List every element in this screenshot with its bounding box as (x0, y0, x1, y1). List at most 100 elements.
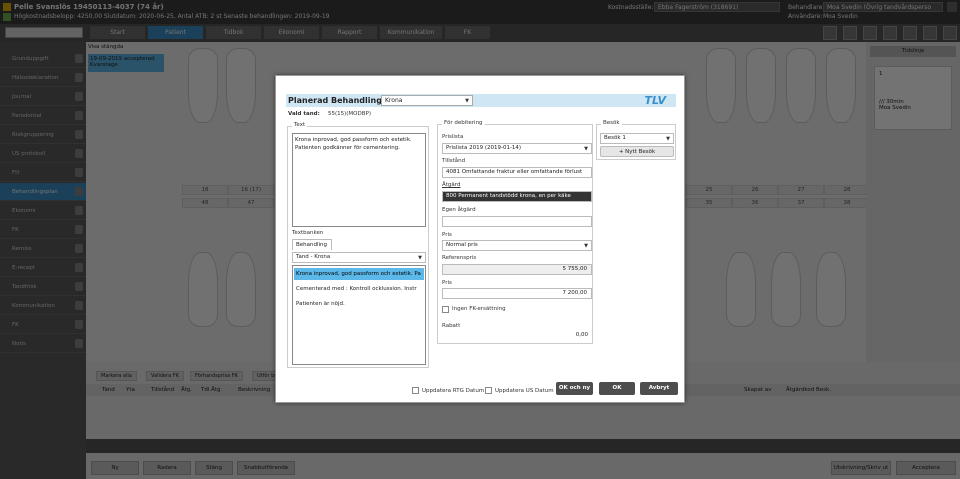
tooth[interactable] (706, 48, 736, 123)
sidebar-item[interactable]: Notis (0, 335, 86, 353)
tooth-number[interactable]: 16 (17) (228, 185, 274, 195)
help-icon[interactable] (943, 26, 957, 40)
tooth-number[interactable]: 35 (686, 198, 732, 208)
sidebar-item[interactable]: Ftt (0, 164, 86, 182)
tooth[interactable] (816, 252, 846, 327)
column-header[interactable]: Tdl.Åtg (201, 387, 221, 393)
tooth[interactable] (746, 48, 776, 123)
accept-button[interactable]: Acceptera (896, 461, 956, 475)
tab-fk[interactable]: FK (445, 26, 490, 39)
update-us-checkbox[interactable] (485, 387, 492, 394)
tooth-number[interactable]: 36 (732, 198, 778, 208)
sidebar-item[interactable]: Hälsodeklaration (0, 69, 86, 87)
tooth-number[interactable]: 37 (778, 198, 824, 208)
tooth-number[interactable]: 18 (182, 185, 228, 195)
sidebar-item[interactable]: Parodontal (0, 107, 86, 125)
behandlare-select[interactable]: Moa Svedin (Övrig tandvårdsperso (823, 2, 943, 12)
quick-perform-button[interactable]: Snabbutförande (237, 461, 295, 475)
gear-icon[interactable] (923, 26, 937, 40)
glasses-icon[interactable] (903, 26, 917, 40)
new-button[interactable]: Ny (91, 461, 139, 475)
column-header[interactable]: Åtgärdkod Besk. (786, 387, 831, 393)
tooth[interactable] (188, 48, 218, 123)
ingen-fk-checkbox[interactable] (442, 306, 449, 313)
tab-patient[interactable]: Patient (148, 26, 203, 39)
sidebar-item[interactable]: Riskgruppering (0, 126, 86, 144)
cart-icon[interactable] (823, 26, 837, 40)
tab-kommunikation[interactable]: Kommunikation (380, 26, 442, 39)
atgard-field[interactable]: 800 Permanent tandstödd krona, en per kä… (442, 191, 592, 202)
cancel-button[interactable]: Avbryt (640, 382, 678, 395)
ok-and-new-button[interactable]: OK och ny (556, 382, 593, 395)
tab-ekonomi[interactable]: Ekonomi (264, 26, 319, 39)
sidebar-item[interactable]: FK (0, 316, 86, 334)
update-rtg-checkbox[interactable] (412, 387, 419, 394)
tab-tidbok[interactable]: Tidbok (206, 26, 261, 39)
sidebar-item[interactable]: Kommunikation (0, 297, 86, 315)
list-item[interactable]: Cementerad med : Kontroll ocklussion. In… (294, 283, 424, 295)
tab-rapport[interactable]: Rapport (322, 26, 377, 39)
delete-button[interactable]: Radera (143, 461, 191, 475)
sidebar-item[interactable]: Tandfrisk (0, 278, 86, 296)
tooth-number[interactable]: 25 (686, 185, 732, 195)
prislista-select[interactable]: Prislista 2019 (2019-01-14) ▼ (442, 143, 592, 154)
tab-start[interactable]: Start (90, 26, 145, 39)
textbank-select[interactable]: Tand - Krona ▼ (292, 252, 426, 263)
search-input[interactable] (5, 27, 83, 38)
sidebar-item[interactable]: Behandlingsplan (0, 183, 86, 201)
kostnadsstalle-select[interactable]: Ebba Fagerström (318691) (654, 2, 780, 12)
new-visit-button[interactable]: + Nytt Besök (600, 146, 674, 157)
sidebar-item[interactable]: Ekonomi (0, 202, 86, 220)
besok-select[interactable]: Besök 1 ▼ (600, 133, 674, 144)
tooth[interactable] (226, 48, 256, 123)
text-area[interactable]: Krona inprovad, god passform och estetik… (292, 133, 426, 227)
tooth-number[interactable]: 48 (182, 198, 228, 208)
column-header[interactable]: Yta (126, 387, 135, 393)
tab-behandling[interactable]: Behandling (292, 239, 332, 250)
tillstand-field[interactable]: 4081 Omfattande fraktur eller omfattande… (442, 167, 592, 178)
print-button[interactable]: Utskrivning/Skriv ut (831, 461, 891, 475)
validate-fk-button[interactable]: Validera FK (146, 371, 184, 381)
sidebar-item[interactable]: US protokoll (0, 145, 86, 163)
timeline-button[interactable]: Tidslinje (870, 46, 956, 57)
egen-atgard-field[interactable] (442, 216, 592, 227)
tooth[interactable] (188, 252, 218, 327)
tooth-number[interactable]: 27 (778, 185, 824, 195)
preprice-fk-button[interactable]: Förhandsprisa FK (190, 371, 243, 381)
treatment-type-select[interactable]: Krona ▼ (381, 95, 473, 106)
pris-field[interactable]: 7 200,00 (442, 288, 592, 299)
ok-button[interactable]: OK (599, 382, 635, 395)
column-header[interactable]: Tillstånd (151, 387, 174, 393)
list-item[interactable]: Krona inprovad, god passform och estetik… (294, 268, 424, 280)
sidebar-item[interactable]: Grunduppgift (0, 50, 86, 68)
sidebar-item[interactable]: Remiss (0, 240, 86, 258)
tooth-number[interactable]: 28 (824, 185, 870, 195)
menu-icon[interactable] (947, 2, 957, 12)
column-header[interactable]: Beskrivning (238, 387, 270, 393)
treatment-plan-item[interactable]: 19-09-2019 accepterad Kvarstage (88, 54, 164, 72)
edit-icon[interactable] (863, 26, 877, 40)
close-button[interactable]: Stäng (195, 461, 233, 475)
tooth-number[interactable]: 38 (824, 198, 870, 208)
sidebar-item[interactable]: E-recept (0, 259, 86, 277)
column-header[interactable]: Skapat av (744, 387, 771, 393)
tooth[interactable] (726, 252, 756, 327)
bell-icon[interactable] (843, 26, 857, 40)
tooth-number[interactable]: 47 (228, 198, 274, 208)
pris-select[interactable]: Normal pris ▼ (442, 240, 592, 251)
column-header[interactable]: Tand (102, 387, 115, 393)
mark-all-button[interactable]: Markera alla (96, 371, 137, 381)
show-closed-checkbox[interactable]: Visa stängda (88, 44, 123, 50)
tooth[interactable] (771, 252, 801, 327)
tooth[interactable] (786, 48, 816, 123)
rabatt-field[interactable]: 0,00 (442, 331, 592, 342)
list-item[interactable]: Patienten är nöjd. (294, 298, 424, 310)
sidebar-item[interactable]: FK (0, 221, 86, 239)
column-header[interactable]: Åtg. (181, 387, 192, 393)
tooth[interactable] (226, 252, 256, 327)
sidebar-item[interactable]: Journal (0, 88, 86, 106)
image-icon[interactable] (883, 26, 897, 40)
visit-card[interactable]: 1 /// 30min Moa Svedin (874, 66, 952, 130)
tooth[interactable] (826, 48, 856, 123)
tooth-number[interactable]: 26 (732, 185, 778, 195)
